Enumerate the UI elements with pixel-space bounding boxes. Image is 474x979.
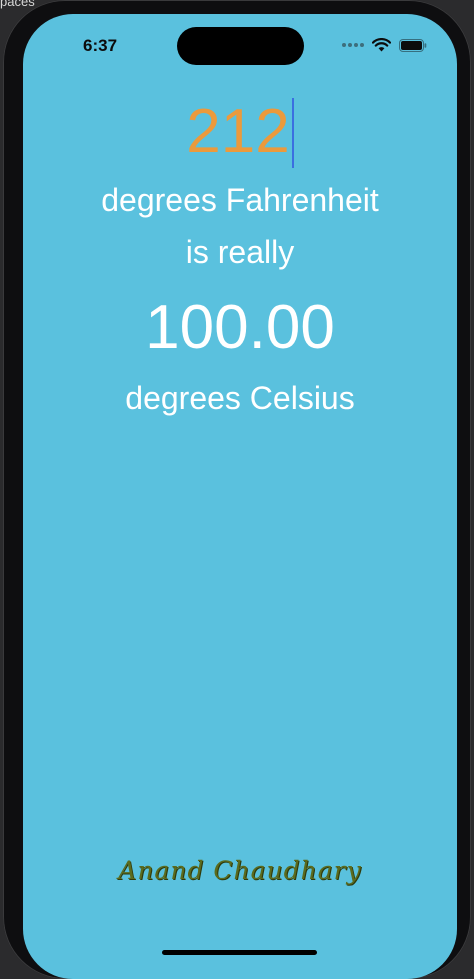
text-caret xyxy=(291,98,294,168)
signal-dots-icon xyxy=(342,43,364,47)
author-signature: Anand Chaudhary xyxy=(118,856,362,885)
status-icons xyxy=(342,38,427,52)
fahrenheit-value: 212 xyxy=(186,97,290,166)
app-screen: 6:37 212 degrees Fahrenheit is really 10… xyxy=(23,14,457,979)
fahrenheit-input-row: 212 xyxy=(23,96,457,168)
phone-frame: 6:37 212 degrees Fahrenheit is really 10… xyxy=(3,0,471,979)
status-time: 6:37 xyxy=(83,36,118,55)
dynamic-island xyxy=(177,27,304,65)
connector-label: is really xyxy=(185,234,295,270)
celsius-label: degrees Celsius xyxy=(125,380,355,416)
home-indicator[interactable] xyxy=(162,950,317,955)
background-window-text: paces xyxy=(0,0,35,9)
wifi-icon xyxy=(372,38,391,52)
fahrenheit-label: degrees Fahrenheit xyxy=(101,182,379,218)
battery-icon xyxy=(399,38,427,52)
celsius-value: 100.00 xyxy=(145,293,335,362)
fahrenheit-input[interactable]: 212 xyxy=(186,96,294,168)
